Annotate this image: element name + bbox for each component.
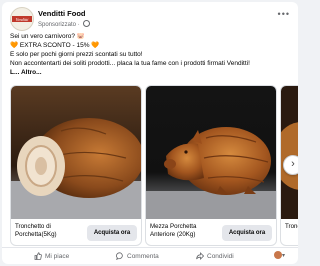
card-footer: Mezza Porchetta Anteriore (20Kg) Acquist… [146,219,276,245]
post-text-line: E solo per pochi giorni prezzi scontati … [10,51,143,58]
post-actions-bar: Mi piace Commenta Condividi ▾ [2,247,298,264]
card-footer: Tronc Porche [281,219,298,245]
thumbs-up-icon [34,252,42,260]
svg-text:Venditti: Venditti [16,17,30,22]
see-more-link[interactable]: L... Altro... [10,68,292,77]
reaction-selector[interactable]: ▾ [274,251,285,259]
post-text-line: Sei un vero carnivoro? 🐷 [10,33,85,40]
product-image-partial[interactable] [281,86,298,219]
product-title[interactable]: Tronchetto di Porchetta(5Kg) [15,223,87,239]
sponsored-text: Sponsorizzato · [38,22,82,28]
sponsored-post: Venditti Venditti Food Sponsorizzato · •… [2,2,298,264]
comment-button[interactable]: Commenta [116,252,159,261]
page-name[interactable]: Venditti Food [38,9,86,18]
share-label: Condividi [207,253,234,260]
product-title[interactable]: Mezza Porchetta Anteriore (20Kg) [150,223,222,239]
post-text-line: Non accontentarti dei soliti prodotti...… [10,60,250,67]
more-options-icon[interactable]: ••• [278,9,290,19]
page-avatar[interactable]: Venditti [10,7,34,31]
card-footer: Tronchetto di Porchetta(5Kg) Acquista or… [11,219,141,245]
shop-now-button[interactable]: Acquista ora [222,225,272,241]
post-text-line: 🧡 EXTRA SCONTO - 15% 🧡 [10,42,100,49]
comment-icon [116,252,123,261]
product-image-tronchetto[interactable] [11,86,141,219]
like-button[interactable]: Mi piace [34,252,69,260]
venditti-logo: Venditti [12,16,32,22]
profile-avatar [274,251,282,259]
product-carousel: Tronchetto di Porchetta(5Kg) Acquista or… [10,85,298,246]
like-label: Mi piace [45,253,70,260]
post-header: Venditti Venditti Food Sponsorizzato · •… [10,7,290,31]
chevron-right-icon[interactable]: › [283,155,298,175]
sponsored-label: Sponsorizzato · [38,20,91,28]
product-image-mezza-porchetta[interactable] [146,86,276,219]
shop-now-button[interactable]: Acquista ora [87,225,137,241]
share-icon [196,252,205,260]
globe-icon [83,20,91,27]
comment-label: Commenta [127,253,159,260]
product-title[interactable]: Tronc Porche [285,223,298,231]
share-button[interactable]: Condividi [196,252,234,260]
post-text: Sei un vero carnivoro? 🐷 🧡 EXTRA SCONTO … [10,32,292,77]
carousel-card[interactable]: Tronchetto di Porchetta(5Kg) Acquista or… [10,85,142,246]
carousel-card[interactable]: Mezza Porchetta Anteriore (20Kg) Acquist… [145,85,277,246]
chevron-down-icon: ▾ [282,253,286,259]
